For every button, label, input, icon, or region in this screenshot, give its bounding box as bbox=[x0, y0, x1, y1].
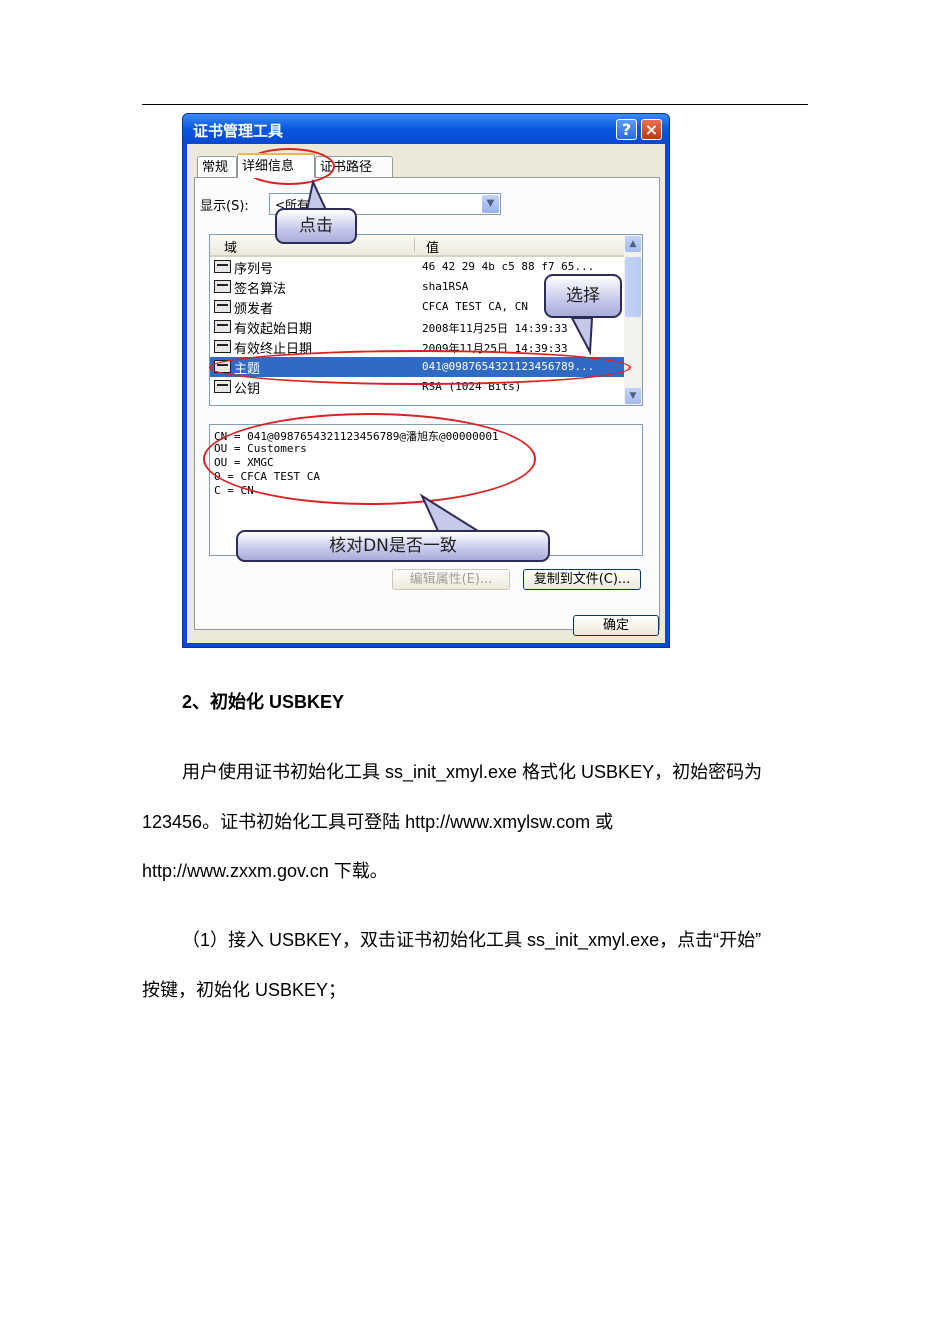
field-icon bbox=[214, 320, 231, 333]
row-value: sha1RSA bbox=[422, 280, 469, 293]
highlight-ellipse-row bbox=[209, 350, 631, 385]
callout-select: 选择 bbox=[544, 274, 622, 318]
row-field: 颁发者 bbox=[234, 302, 274, 317]
list-row[interactable]: 有效起始日期 2008年11月25日 14:39:33 bbox=[210, 317, 624, 337]
help-button[interactable]: ? bbox=[616, 119, 637, 140]
dialog-title: 证书管理工具 bbox=[193, 122, 284, 140]
highlight-ellipse-detail bbox=[203, 413, 536, 505]
callout-click: 点击 bbox=[275, 208, 357, 244]
paragraph-line: 123456。证书初始化工具可登陆 http://www.xmylsw.com … bbox=[142, 812, 614, 832]
chevron-down-icon[interactable]: ▼ bbox=[482, 195, 499, 213]
copy-to-file-button[interactable]: 复制到文件(C)... bbox=[523, 569, 641, 590]
paragraph-line: （1）接入 USBKEY，双击证书初始化工具 ss_init_xmyl.exe，… bbox=[182, 930, 762, 950]
row-field: 序列号 bbox=[234, 262, 274, 277]
tab-general[interactable]: 常规 bbox=[197, 156, 237, 177]
list-header: 域 值 bbox=[210, 235, 624, 257]
dialog-client: 常规 详细信息 证书路径 显示(S): <所有> ▼ 域 值 序列号 46 42 … bbox=[187, 144, 665, 643]
close-button[interactable]: × bbox=[641, 119, 662, 140]
paragraph-line: http://www.zxxm.gov.cn 下载。 bbox=[142, 861, 388, 881]
row-value: 46 42 29 4b c5 88 f7 65... bbox=[422, 260, 595, 273]
field-icon bbox=[214, 300, 231, 313]
tab-details[interactable]: 详细信息 bbox=[237, 153, 315, 178]
row-field: 签名算法 bbox=[234, 282, 287, 297]
scroll-up-icon[interactable]: ▲ bbox=[625, 236, 641, 252]
ok-button[interactable]: 确定 bbox=[573, 615, 659, 636]
callout-verify: 核对DN是否一致 bbox=[236, 530, 550, 562]
field-icon bbox=[214, 340, 231, 353]
field-icon bbox=[214, 260, 231, 273]
row-value: CFCA TEST CA, CN bbox=[422, 300, 528, 313]
section-heading: 2、初始化 USBKEY bbox=[182, 692, 345, 712]
column-field[interactable]: 域 bbox=[224, 237, 237, 256]
row-field: 有效起始日期 bbox=[234, 322, 313, 337]
header-rule bbox=[142, 104, 808, 105]
field-icon bbox=[214, 380, 231, 393]
paragraph-line: 用户使用证书初始化工具 ss_init_xmyl.exe 格式化 USBKEY，… bbox=[182, 762, 763, 782]
show-label: 显示(S): bbox=[200, 199, 249, 214]
scroll-thumb[interactable] bbox=[625, 257, 641, 317]
list-scrollbar[interactable]: ▲ ▼ bbox=[624, 235, 642, 405]
scroll-down-icon[interactable]: ▼ bbox=[625, 388, 641, 404]
edit-properties-button[interactable]: 编辑属性(E)... bbox=[392, 569, 510, 590]
row-field: 公钥 bbox=[234, 382, 261, 397]
field-icon bbox=[214, 280, 231, 293]
dialog-titlebar[interactable]: 证书管理工具 ? × bbox=[183, 114, 669, 144]
column-value[interactable]: 值 bbox=[426, 237, 439, 256]
row-value: 2008年11月25日 14:39:33 bbox=[422, 322, 568, 335]
paragraph-line: 按键，初始化 USBKEY； bbox=[142, 980, 347, 1000]
column-divider bbox=[414, 238, 415, 252]
